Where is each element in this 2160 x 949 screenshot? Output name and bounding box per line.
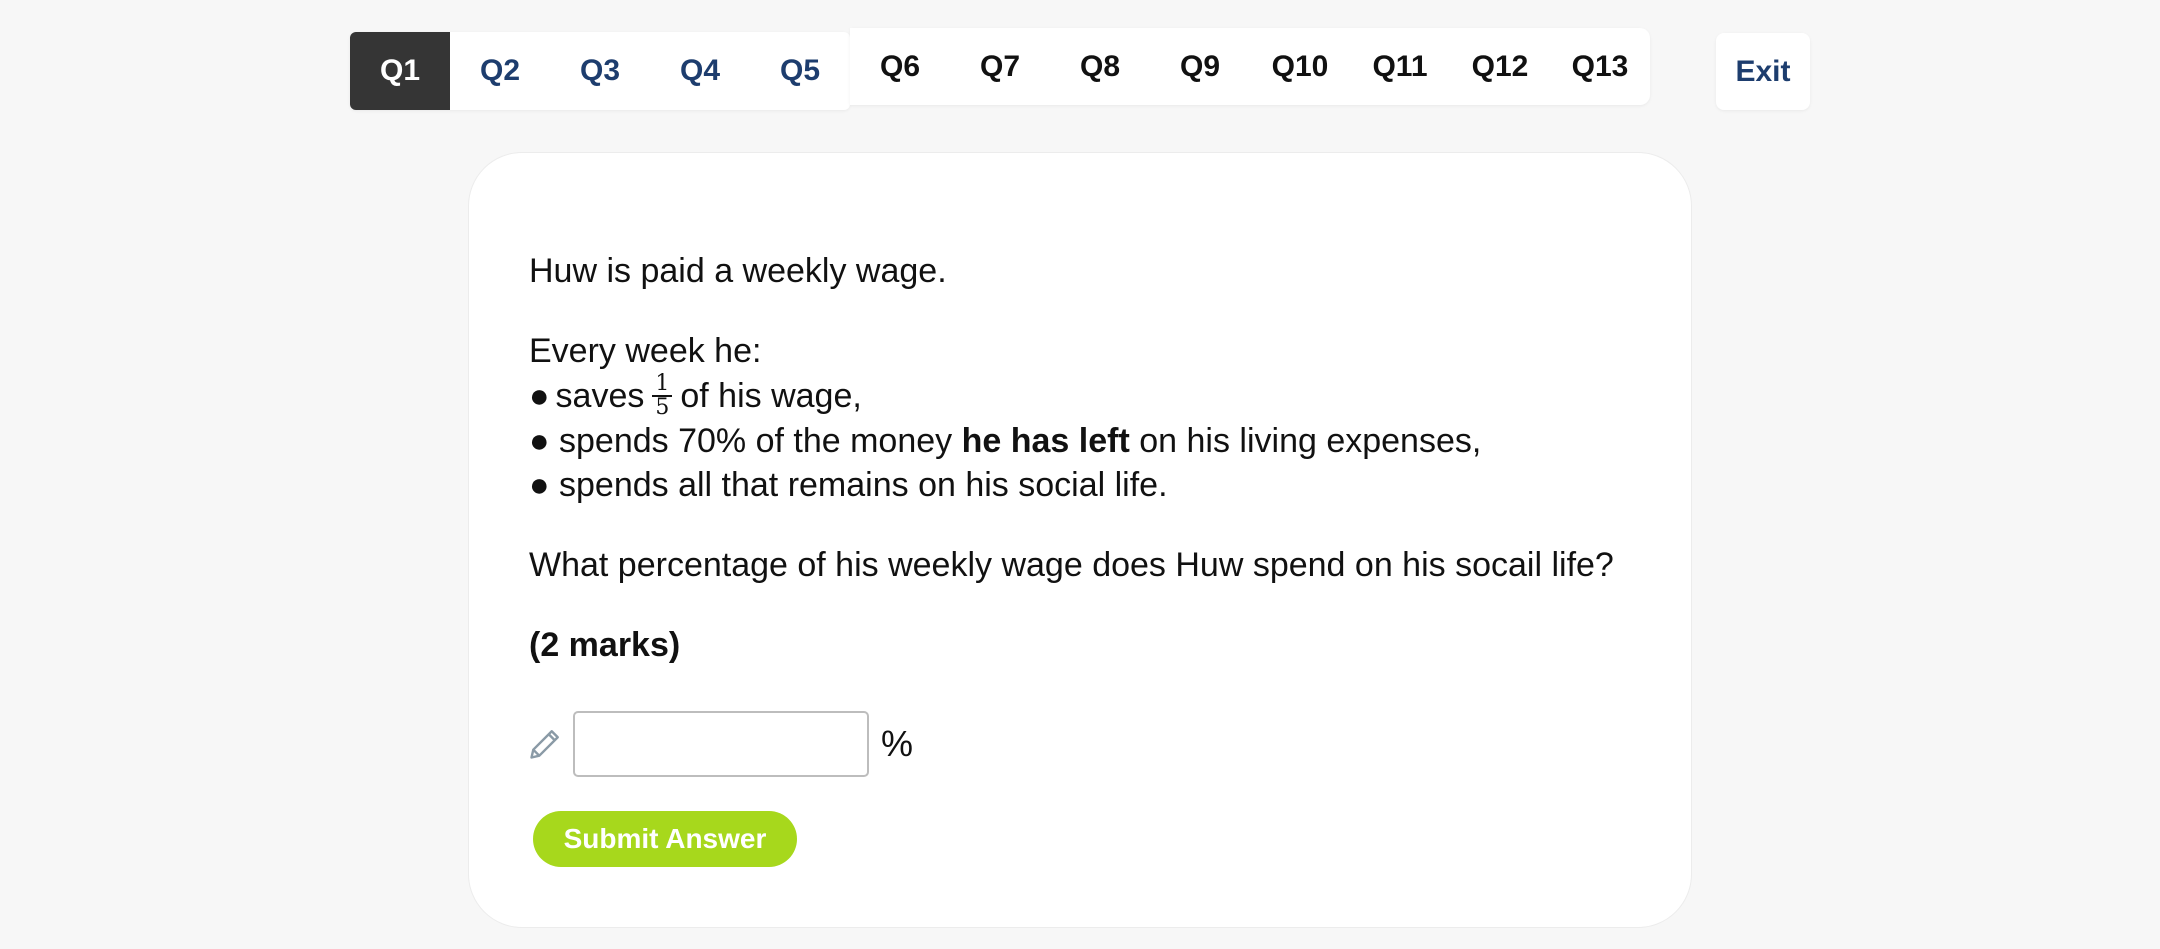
list-heading: Every week he: (529, 332, 762, 370)
answer-row: % (527, 711, 913, 777)
tab-q13[interactable]: Q13 (1550, 28, 1650, 105)
question-prompt: What percentage of his weekly wage does … (529, 546, 1614, 584)
tab-q10[interactable]: Q10 (1250, 28, 1350, 105)
tab-q4[interactable]: Q4 (650, 32, 750, 110)
bullet-saves: ● saves 1 5 of his wage, (529, 373, 1649, 419)
bullet-dot: ● (529, 377, 550, 415)
bullet-text: on his living expenses, (1139, 422, 1482, 460)
bullet-text: saves (555, 377, 645, 415)
answer-input[interactable] (573, 711, 869, 777)
question-nav-right: Q6 Q7 Q8 Q9 Q10 Q11 Q12 Q13 (850, 28, 1650, 105)
submit-answer-button[interactable]: Submit Answer (533, 811, 797, 867)
tab-q6[interactable]: Q6 (850, 28, 950, 105)
tab-q8[interactable]: Q8 (1050, 28, 1150, 105)
bullet-dot: ● (529, 422, 550, 460)
bullet-text: spends 70% of the money (559, 422, 953, 460)
question-card: Huw is paid a weekly wage. Every week he… (468, 152, 1692, 928)
tab-q5[interactable]: Q5 (750, 32, 850, 110)
bullet-social-life: ● spends all that remains on his social … (529, 463, 1649, 507)
bullet-bold-text: he has left (961, 422, 1130, 460)
bullet-text: spends all that remains on his social li… (559, 466, 1168, 504)
exit-button[interactable]: Exit (1716, 33, 1810, 110)
tab-q12[interactable]: Q12 (1450, 28, 1550, 105)
question-text: Huw is paid a weekly wage. Every week he… (529, 249, 1649, 667)
bullet-text: of his wage, (680, 377, 862, 415)
tab-q7[interactable]: Q7 (950, 28, 1050, 105)
tab-q9[interactable]: Q9 (1150, 28, 1250, 105)
fraction: 1 5 (652, 373, 673, 420)
fraction-denominator: 5 (655, 395, 670, 420)
marks-label: (2 marks) (529, 626, 681, 664)
tab-q3[interactable]: Q3 (550, 32, 650, 110)
tab-q2[interactable]: Q2 (450, 32, 550, 110)
question-intro: Huw is paid a weekly wage. (529, 252, 947, 290)
fraction-numerator: 1 (652, 373, 673, 397)
bullet-living-expenses: ● spends 70% of the money he has left on… (529, 419, 1649, 463)
pencil-icon (530, 730, 559, 759)
tab-q11[interactable]: Q11 (1350, 28, 1450, 105)
percent-unit: % (881, 723, 914, 764)
question-nav-left: Q1 Q2 Q3 Q4 Q5 (350, 32, 850, 110)
tab-q1[interactable]: Q1 (350, 32, 450, 110)
bullet-dot: ● (529, 466, 550, 504)
